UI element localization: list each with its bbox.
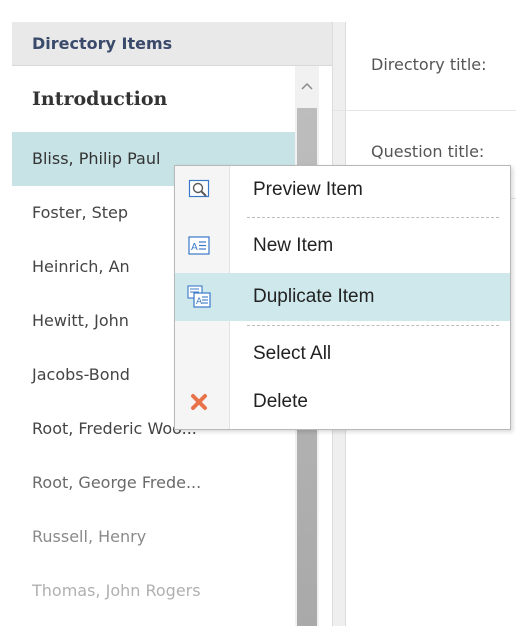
app-window: Directory Items Introduction Bliss, Phil… [0, 0, 516, 626]
directory-title-label: Directory title: [371, 55, 487, 74]
svg-text:A: A [191, 242, 198, 253]
list-item[interactable]: Root, George Frede... [12, 456, 297, 510]
menu-separator [247, 325, 499, 326]
duplicate-icon: A [187, 285, 211, 309]
menu-item-new[interactable]: A New Item [175, 222, 510, 270]
menu-item-duplicate[interactable]: A Duplicate Item [175, 273, 510, 321]
svg-text:A: A [196, 297, 203, 307]
menu-item-label: Preview Item [253, 179, 363, 200]
menu-item-label: Select All [253, 343, 332, 364]
preview-icon [187, 178, 211, 202]
context-menu: Preview Item A New Item A Duplicate Item… [174, 165, 511, 430]
menu-item-label: Delete [253, 391, 308, 412]
scroll-up-arrow-icon[interactable] [295, 66, 319, 106]
menu-item-label: New Item [253, 235, 334, 256]
chevron-up-icon [301, 82, 313, 90]
menu-separator [247, 217, 499, 218]
list-item[interactable]: Russell, Henry [12, 510, 297, 564]
menu-item-delete[interactable]: Delete [175, 378, 510, 426]
menu-item-select-all[interactable]: Select All [175, 330, 510, 378]
new-item-icon: A [187, 234, 211, 258]
divider [333, 110, 516, 111]
directory-items-header: Directory Items [12, 22, 332, 66]
menu-item-label: Duplicate Item [253, 286, 375, 307]
question-title-label: Question title: [371, 142, 485, 161]
menu-item-preview[interactable]: Preview Item [175, 166, 510, 214]
list-item[interactable]: Thomas, John Rogers [12, 564, 297, 618]
list-item-introduction[interactable]: Introduction [12, 66, 297, 132]
delete-icon [187, 390, 211, 414]
